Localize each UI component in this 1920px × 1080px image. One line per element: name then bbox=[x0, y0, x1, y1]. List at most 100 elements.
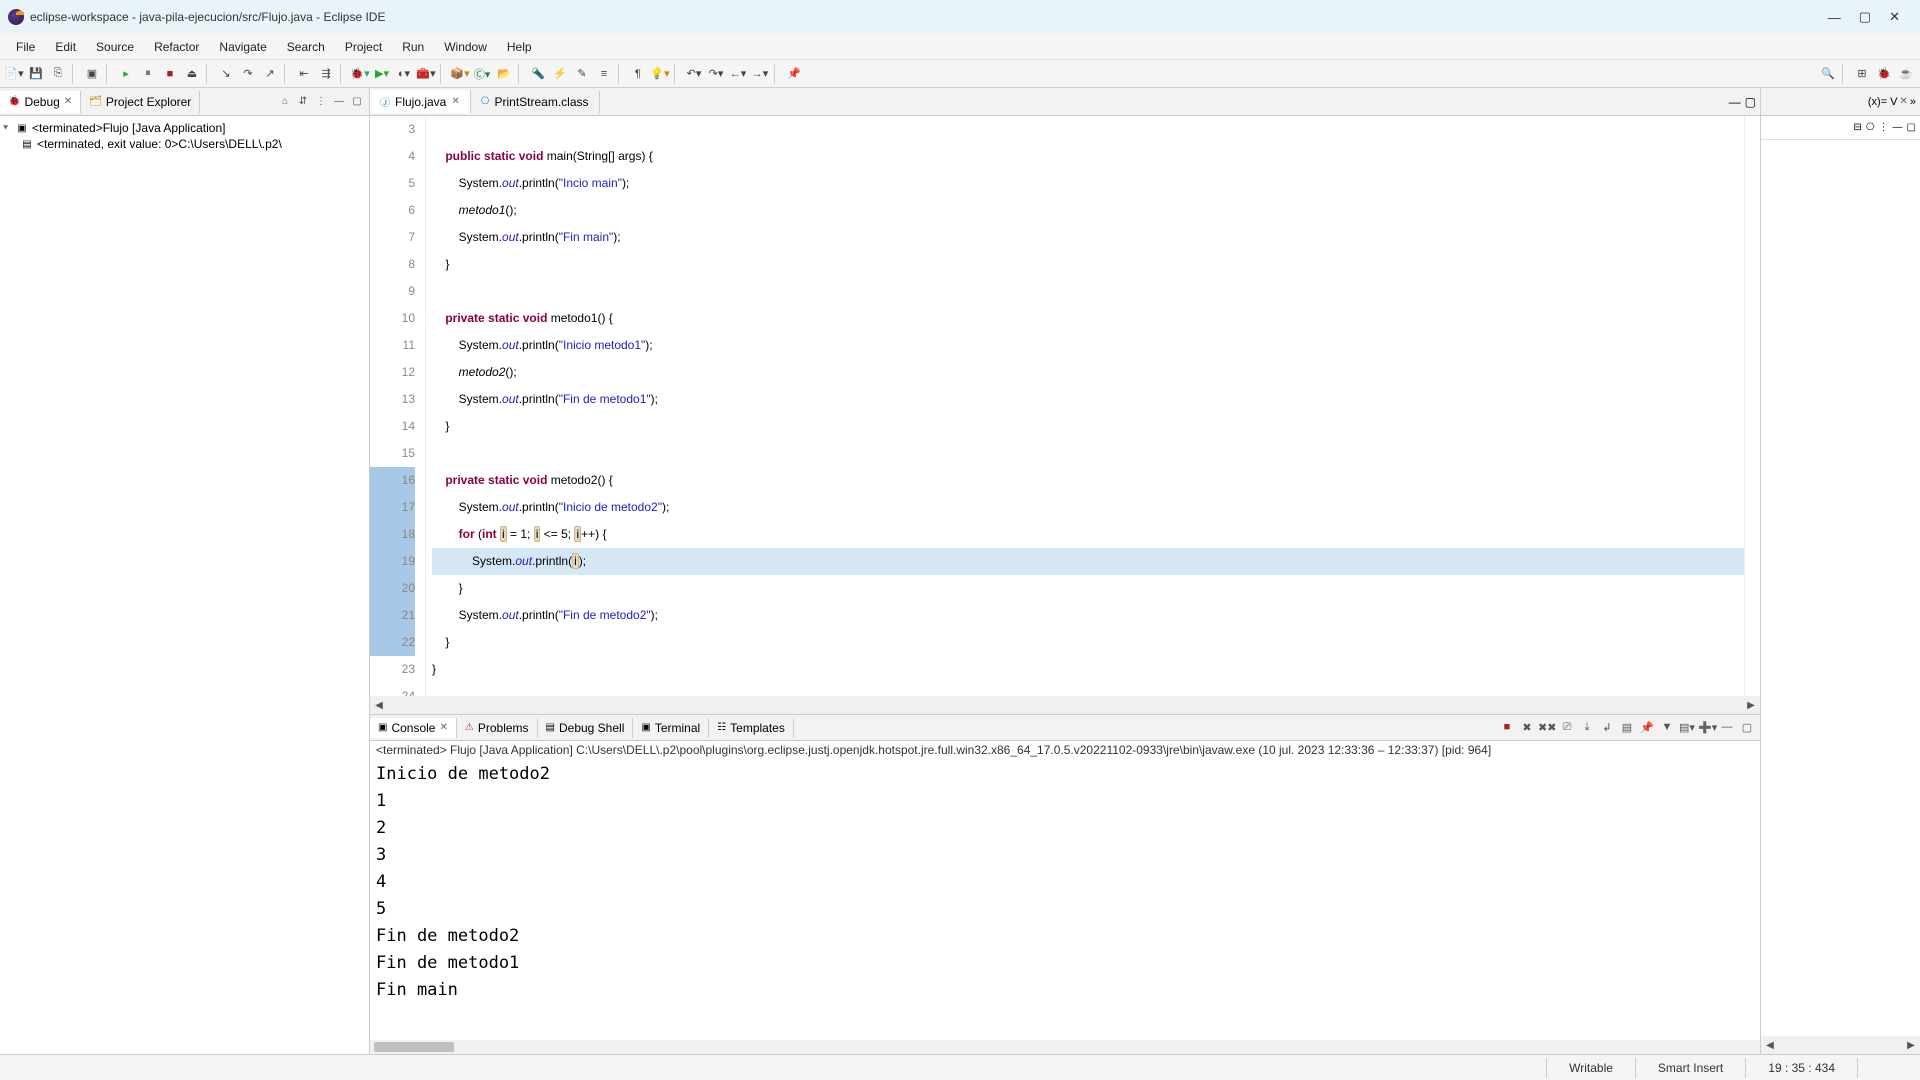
console-output[interactable]: Inicio de metodo2 1 2 3 4 5 Fin de metod… bbox=[370, 759, 1760, 1040]
new-package-icon[interactable]: 📦▾ bbox=[450, 64, 470, 84]
close-icon[interactable]: ✕ bbox=[64, 96, 72, 107]
variables-tab[interactable]: (x)= V bbox=[1868, 96, 1898, 108]
wand-icon[interactable]: ⚡ bbox=[550, 64, 570, 84]
tree-icon[interactable]: ⇵ bbox=[295, 96, 311, 107]
tab-debug-shell[interactable]: ▤ Debug Shell bbox=[538, 718, 634, 738]
tab-templates[interactable]: ☷ Templates bbox=[709, 718, 794, 738]
show-console-icon[interactable]: ▤ bbox=[1618, 721, 1636, 734]
pin-console-icon[interactable]: 📌 bbox=[1638, 721, 1656, 734]
minimize-icon[interactable]: — bbox=[1718, 721, 1736, 734]
back-icon[interactable]: ←▾ bbox=[728, 64, 748, 84]
minimize-icon[interactable]: — bbox=[1893, 122, 1903, 133]
java-perspective-icon[interactable]: ☕ bbox=[1896, 64, 1916, 84]
editor-hscroll[interactable]: ◀ ▶ bbox=[370, 696, 1760, 714]
menu-search[interactable]: Search bbox=[277, 37, 335, 57]
maximize-icon[interactable]: ▢ bbox=[1907, 122, 1916, 133]
code-area[interactable]: public static void main(String[] args) {… bbox=[426, 116, 1744, 696]
maximize-button[interactable]: ▢ bbox=[1859, 9, 1871, 25]
clear-icon[interactable]: ⎚ bbox=[1558, 721, 1576, 734]
scroll-thumb[interactable] bbox=[374, 1042, 454, 1052]
menu-refactor[interactable]: Refactor bbox=[144, 37, 209, 57]
menu-project[interactable]: Project bbox=[335, 37, 392, 57]
remove-all-icon[interactable]: ✖✖ bbox=[1538, 721, 1556, 734]
code-line[interactable]: System.out.println("Fin de metodo1"); bbox=[432, 386, 1744, 413]
minimize-icon[interactable]: — bbox=[331, 96, 347, 107]
run-icon[interactable]: ▶▾ bbox=[372, 64, 392, 84]
code-line[interactable]: private static void metodo2() { bbox=[432, 467, 1744, 494]
step-into-icon[interactable]: ↘ bbox=[216, 64, 236, 84]
disconnect-icon[interactable]: ⏏ bbox=[182, 64, 202, 84]
open-type-icon[interactable]: 📂 bbox=[494, 64, 514, 84]
debug-icon[interactable]: 🐞▾ bbox=[350, 64, 370, 84]
next-ann-icon[interactable]: ↷▾ bbox=[706, 64, 726, 84]
minimize-button[interactable]: — bbox=[1828, 10, 1841, 25]
minimize-icon[interactable]: — bbox=[1729, 95, 1741, 109]
code-line[interactable]: System.out.println("Inicio de metodo2"); bbox=[432, 494, 1744, 521]
save-icon[interactable]: 💾 bbox=[26, 64, 46, 84]
tree-root-row[interactable]: ⯆ ▣ <terminated>Flujo [Java Application] bbox=[2, 120, 367, 136]
view-menu-icon[interactable]: ⋮ bbox=[313, 96, 329, 107]
editor-tab-active[interactable]: Ⓙ Flujo.java ✕ bbox=[370, 90, 471, 113]
menu-file[interactable]: File bbox=[6, 37, 45, 57]
collapse-icon[interactable]: ⯆ bbox=[2, 123, 12, 134]
word-wrap-icon[interactable]: ↲ bbox=[1598, 721, 1616, 734]
code-line[interactable]: for (int i = 1; i <= 5; i++) { bbox=[432, 521, 1744, 548]
suspend-icon[interactable]: ⏸ bbox=[138, 64, 158, 84]
toggle-breadcrumb-icon[interactable]: ≡ bbox=[594, 64, 614, 84]
close-icon[interactable]: ✕ bbox=[451, 96, 459, 107]
debug-perspective-icon[interactable]: 🐞 bbox=[1874, 64, 1894, 84]
tab-console[interactable]: ▣ Console ✕ bbox=[370, 718, 457, 738]
menu-run[interactable]: Run bbox=[392, 37, 434, 57]
filter-icon[interactable]: ⇶ bbox=[316, 64, 336, 84]
view-menu-icon[interactable]: ⋮ bbox=[1879, 122, 1889, 133]
editor-tab-inactive[interactable]: ⎔ PrintStream.class bbox=[471, 91, 600, 113]
tab-terminal[interactable]: ▣ Terminal bbox=[633, 718, 709, 738]
terminal-icon[interactable]: ▣ bbox=[82, 64, 102, 84]
new-class-icon[interactable]: Ⓒ▾ bbox=[472, 64, 492, 84]
skip-bp-icon[interactable]: ¶ bbox=[628, 64, 648, 84]
new-console-icon[interactable]: ➕▾ bbox=[1698, 721, 1716, 734]
menu-edit[interactable]: Edit bbox=[45, 37, 86, 57]
drop-frame-icon[interactable]: ⇤ bbox=[294, 64, 314, 84]
code-line[interactable]: } bbox=[432, 251, 1744, 278]
home-icon[interactable]: ⌂ bbox=[277, 96, 293, 107]
ext-tools-icon[interactable]: 🧰▾ bbox=[416, 64, 436, 84]
save-all-icon[interactable]: ⎘ bbox=[48, 64, 68, 84]
collapse-all-icon[interactable]: ⊟ bbox=[1853, 122, 1861, 133]
step-return-icon[interactable]: ↗ bbox=[260, 64, 280, 84]
tab-debug[interactable]: 🐞 Debug ✕ bbox=[0, 91, 81, 113]
bp-icon[interactable]: 💡▾ bbox=[650, 64, 670, 84]
toggle-mark-icon[interactable]: ✎ bbox=[572, 64, 592, 84]
code-line[interactable]: metodo1(); bbox=[432, 197, 1744, 224]
remove-launch-icon[interactable]: ✖ bbox=[1518, 721, 1536, 734]
new-icon[interactable]: 📄▾ bbox=[4, 64, 24, 84]
code-line[interactable] bbox=[432, 116, 1744, 143]
code-line[interactable]: System.out.println("Inicio metodo1"); bbox=[432, 332, 1744, 359]
close-icon[interactable]: ✕ bbox=[439, 722, 447, 733]
right-hscroll[interactable]: ◀ ▶ bbox=[1761, 1036, 1920, 1054]
scroll-right-icon[interactable]: ▶ bbox=[1902, 1040, 1920, 1051]
display-sel-icon[interactable]: ▼ bbox=[1658, 721, 1676, 734]
code-editor[interactable]: 3456789101112131415161718192021222324 pu… bbox=[370, 116, 1760, 696]
perspective-switcher-icon[interactable]: ⊞ bbox=[1852, 64, 1872, 84]
resume-icon[interactable]: ▸ bbox=[116, 64, 136, 84]
scroll-left-icon[interactable]: ◀ bbox=[370, 700, 388, 711]
code-line[interactable]: metodo2(); bbox=[432, 359, 1744, 386]
code-line[interactable]: } bbox=[432, 656, 1744, 683]
pin-icon[interactable]: 📌 bbox=[784, 64, 804, 84]
menu-navigate[interactable]: Navigate bbox=[209, 37, 276, 57]
scroll-lock-icon[interactable]: ⤓ bbox=[1578, 721, 1596, 734]
prev-ann-icon[interactable]: ↶▾ bbox=[684, 64, 704, 84]
terminate-icon[interactable]: ■ bbox=[160, 64, 180, 84]
tree-child-row[interactable]: ▤ <terminated, exit value: 0>C:\Users\DE… bbox=[2, 136, 367, 152]
code-line[interactable]: } bbox=[432, 413, 1744, 440]
code-line[interactable]: System.out.println("Fin main"); bbox=[432, 224, 1744, 251]
console-hscroll[interactable] bbox=[370, 1040, 1760, 1054]
open-console-icon[interactable]: ▤▾ bbox=[1678, 721, 1696, 734]
tab-problems[interactable]: ⚠ Problems bbox=[457, 718, 538, 738]
code-line[interactable]: System.out.println(i); bbox=[432, 548, 1744, 575]
maximize-icon[interactable]: ▢ bbox=[349, 96, 365, 107]
menu-window[interactable]: Window bbox=[434, 37, 497, 57]
code-line[interactable] bbox=[432, 440, 1744, 467]
maximize-icon[interactable]: ▢ bbox=[1745, 95, 1756, 109]
